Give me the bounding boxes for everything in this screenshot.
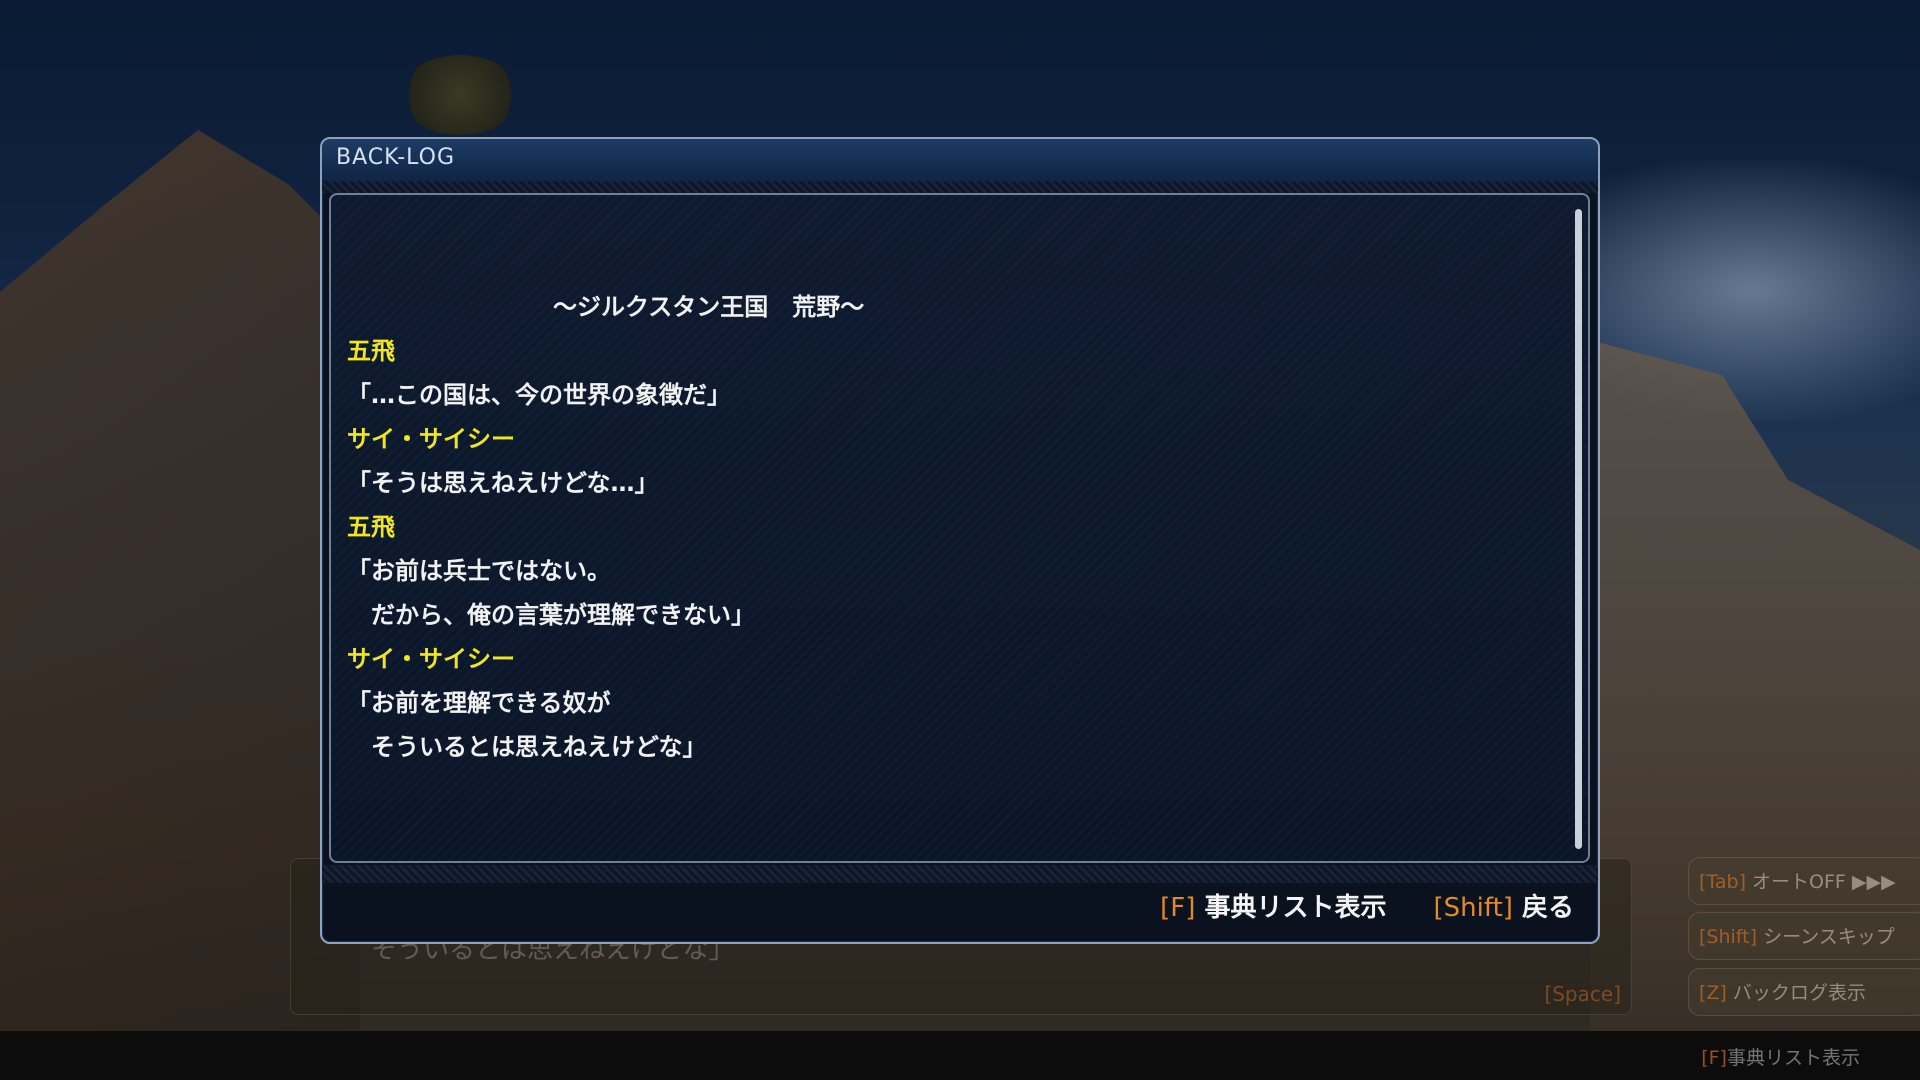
backlog-open-button[interactable]: [Z] バックログ表示: [1688, 968, 1920, 1016]
scene-skip-button[interactable]: [Shift] シーンスキップ: [1688, 912, 1920, 960]
scene-skip-label: シーンスキップ: [1763, 926, 1895, 948]
encyclopedia-list-button[interactable]: [F] 事典リスト表示: [1160, 887, 1386, 924]
dialogue-line: 「…この国は、今の世界の象徴だ」: [347, 381, 731, 409]
encyclopedia-list-label: 事典リスト表示: [1204, 893, 1387, 923]
tab-key-label: [Tab]: [1699, 871, 1746, 893]
header-stripe-divider: [322, 181, 1598, 193]
z-key-label: [Z]: [1699, 982, 1727, 1004]
background-space-hint: [Space]: [1544, 982, 1621, 1006]
speaker-name: サイ・サイシー: [347, 645, 515, 673]
log-scrollbar[interactable]: [1575, 209, 1582, 849]
dialogue-line: だから、俺の言葉が理解できない」: [347, 601, 755, 629]
location-caption: ～ジルクスタン王国 荒野～: [553, 293, 865, 321]
shift-key-label: [Shift]: [1699, 926, 1758, 948]
bottom-bar: [0, 1031, 1920, 1080]
footer-f-key: [F]: [1701, 1047, 1727, 1069]
back-button[interactable]: [Shift] 戻る: [1434, 887, 1574, 924]
back-label: 戻る: [1521, 893, 1574, 923]
footer-encyclopedia-hint[interactable]: [F]事典リスト表示: [1701, 1043, 1860, 1070]
dialogue-line: そういるとは思えねえけどな」: [347, 733, 707, 761]
shift-key-label: [Shift]: [1433, 893, 1513, 923]
speaker-name: 五飛: [347, 513, 395, 541]
auto-toggle-label: オートOFF ▶▶▶: [1752, 871, 1896, 893]
tree-on-cliff: [400, 55, 520, 135]
dialogue-line: 「お前は兵士ではない。: [347, 557, 611, 585]
log-panel[interactable]: ～ジルクスタン王国 荒野～ 五飛 「…この国は、今の世界の象徴だ」 サイ・サイシ…: [329, 193, 1590, 863]
footer-encyclopedia-label: 事典リスト表示: [1726, 1047, 1860, 1069]
speaker-name: 五飛: [347, 337, 395, 365]
dialogue-line: 「お前を理解できる奴が: [347, 689, 611, 717]
dialogue-line: 「そうは思えねえけどな…」: [347, 469, 659, 497]
footer-stripe-divider: [322, 865, 1598, 883]
backlog-window: BACK-LOG ～ジルクスタン王国 荒野～ 五飛 「…この国は、今の世界の象徴…: [320, 137, 1600, 944]
f-key-label: [F]: [1160, 893, 1196, 923]
speaker-name: サイ・サイシー: [347, 425, 515, 453]
backlog-header: BACK-LOG: [322, 139, 1598, 182]
auto-toggle-button[interactable]: [Tab] オートOFF ▶▶▶: [1688, 857, 1920, 905]
backlog-controls: [F] 事典リスト表示 [Shift] 戻る: [1122, 887, 1574, 924]
backlog-title: BACK-LOG: [336, 145, 456, 170]
backlog-open-label: バックログ表示: [1732, 982, 1866, 1004]
